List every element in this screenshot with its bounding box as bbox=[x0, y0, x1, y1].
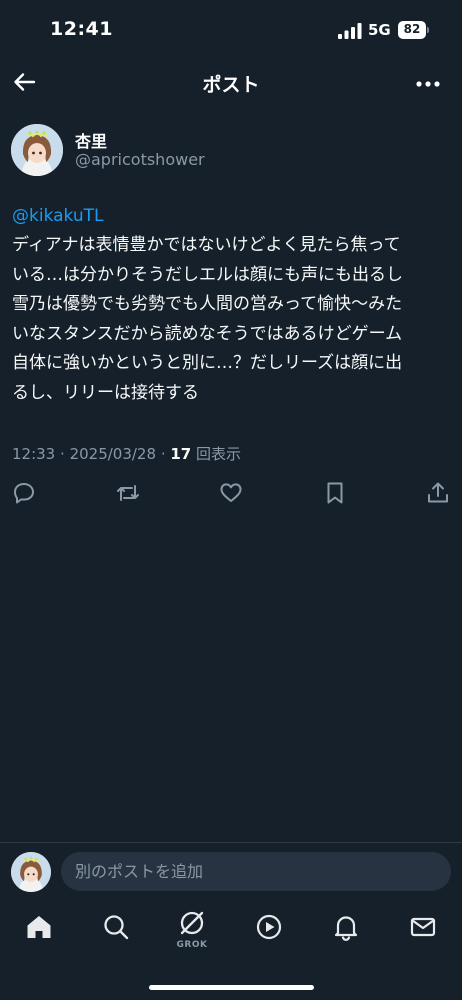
search-icon[interactable] bbox=[101, 912, 131, 942]
tweet-line: 自体に強いかというと別に…？だしリーズは顔に出 bbox=[12, 353, 403, 374]
user-avatar bbox=[11, 852, 51, 892]
video-icon[interactable] bbox=[254, 912, 284, 942]
tweet-date: 2025/03/28 bbox=[69, 445, 157, 463]
more-horizontal-icon[interactable] bbox=[412, 67, 444, 97]
meta-separator: · bbox=[60, 445, 70, 463]
tweet-line: るし、リリーは接待する bbox=[12, 382, 199, 403]
notifications-icon[interactable] bbox=[331, 912, 361, 942]
mention-link[interactable]: @kikakuTL bbox=[12, 206, 103, 226]
tweet-meta: 12:33 · 2025/03/28 · 17 回表示 bbox=[12, 443, 241, 464]
tweet-line: ディアナは表情豊かではないけどよく見たら焦って bbox=[12, 235, 401, 255]
tweet-line: いなスタンスだから読めなそうではあるけどゲーム bbox=[12, 323, 403, 344]
battery-level: 82 bbox=[403, 22, 421, 36]
share-icon[interactable] bbox=[425, 480, 451, 506]
page-title: ポスト bbox=[202, 74, 260, 96]
grok-label: GROK bbox=[176, 940, 208, 950]
tweet-time: 12:33 bbox=[12, 445, 56, 463]
home-indicator bbox=[149, 985, 314, 990]
network-type: 5G bbox=[368, 21, 391, 39]
home-icon[interactable] bbox=[24, 912, 54, 942]
messages-icon[interactable] bbox=[408, 912, 438, 942]
bookmark-icon[interactable] bbox=[322, 480, 348, 506]
author-handle[interactable]: @apricotshower bbox=[75, 150, 205, 169]
tweet-line: 雪乃は優勢でも劣勢でも人間の営みって愉快〜みた bbox=[12, 294, 403, 315]
header: ポスト bbox=[0, 62, 462, 104]
author-avatar[interactable] bbox=[11, 124, 63, 176]
tweet-text: ディアナは表情豊かではないけどよく見たら焦って いる…は分かりそうだしエルは顔に… bbox=[12, 231, 452, 409]
cellular-signal-icon bbox=[338, 23, 362, 39]
status-time: 12:41 bbox=[50, 18, 113, 40]
avatar-illustration-icon bbox=[11, 852, 51, 892]
view-count: 17 bbox=[170, 445, 192, 463]
reply-icon[interactable] bbox=[11, 480, 37, 506]
meta-separator: · bbox=[160, 445, 171, 463]
grok-icon[interactable] bbox=[177, 908, 207, 938]
divider bbox=[0, 842, 462, 843]
author-display-name[interactable]: 杏里 bbox=[75, 128, 107, 152]
reply-input[interactable] bbox=[61, 852, 451, 891]
status-bar: 12:41 5G 82 bbox=[0, 0, 462, 62]
view-count-label: 回表示 bbox=[196, 445, 242, 463]
like-icon[interactable] bbox=[218, 480, 244, 506]
avatar-illustration-icon bbox=[11, 124, 63, 176]
retweet-icon[interactable] bbox=[115, 480, 141, 506]
tweet-line: いる…は分かりそうだしエルは顔にも声にも出るし bbox=[12, 264, 403, 285]
battery-icon: 82 bbox=[398, 21, 430, 39]
